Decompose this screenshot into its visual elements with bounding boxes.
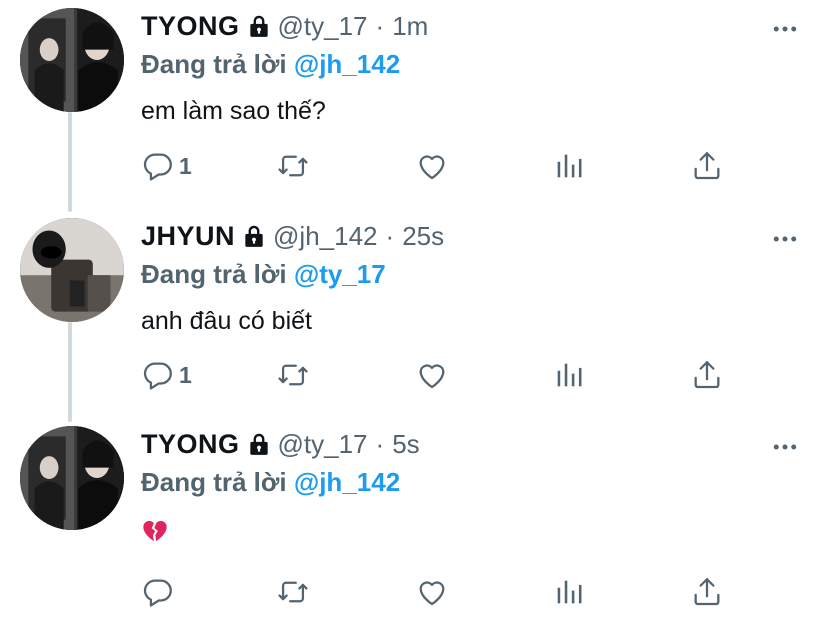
analytics-button[interactable]: [552, 572, 586, 612]
analytics-button[interactable]: [552, 146, 586, 186]
lock-icon: [246, 13, 272, 39]
avatar[interactable]: [20, 426, 124, 530]
lock-icon: [241, 223, 267, 249]
retweet-button[interactable]: [276, 572, 310, 612]
avatar[interactable]: [20, 8, 124, 112]
like-icon: [415, 575, 449, 609]
handle[interactable]: @ty_17: [278, 429, 368, 460]
share-icon: [690, 575, 724, 609]
retweet-button[interactable]: [276, 355, 310, 395]
timestamp[interactable]: 1m: [392, 11, 428, 42]
more-icon[interactable]: [770, 14, 800, 44]
action-bar: 1: [141, 355, 741, 395]
mention-link[interactable]: @ty_17: [294, 259, 386, 289]
separator-dot: ·: [385, 220, 395, 251]
handle[interactable]: @ty_17: [278, 11, 368, 42]
replying-to: Đang trả lời @jh_142: [141, 46, 828, 82]
handle[interactable]: @jh_142: [273, 221, 377, 252]
timestamp[interactable]: 25s: [402, 221, 444, 252]
like-button[interactable]: [415, 146, 449, 186]
retweet-button[interactable]: [276, 146, 310, 186]
separator-dot: ·: [375, 10, 385, 41]
share-icon: [690, 358, 724, 392]
reply-count: 1: [179, 361, 192, 388]
replying-to: Đang trả lời @jh_142: [141, 464, 828, 500]
share-button[interactable]: [690, 146, 724, 186]
reply-icon: [141, 149, 175, 183]
mention-link[interactable]: @jh_142: [294, 467, 400, 497]
like-icon: [415, 358, 449, 392]
reply-icon: [141, 358, 175, 392]
tweet-text: anh đâu có biết: [141, 307, 312, 335]
reply-button[interactable]: 1: [141, 146, 192, 186]
retweet-icon: [276, 575, 310, 609]
reply-count: 1: [179, 152, 192, 179]
reply-button[interactable]: [141, 572, 179, 612]
like-button[interactable]: [415, 355, 449, 395]
like-button[interactable]: [415, 572, 449, 612]
reply-prefix: Đang trả lời: [141, 49, 287, 79]
retweet-icon: [276, 149, 310, 183]
display-name[interactable]: TYONG: [141, 11, 240, 42]
action-bar: [141, 572, 741, 612]
reply-icon: [141, 575, 175, 609]
reply-button[interactable]: 1: [141, 355, 192, 395]
replying-to: Đang trả lời @ty_17: [141, 256, 828, 292]
action-bar: 1: [141, 146, 741, 186]
separator-dot: ·: [375, 428, 385, 459]
reply-prefix: Đang trả lời: [141, 467, 287, 497]
tweet-text: em làm sao thế?: [141, 97, 326, 125]
share-button[interactable]: [690, 572, 724, 612]
mention-link[interactable]: @jh_142: [294, 49, 400, 79]
display-name[interactable]: TYONG: [141, 429, 240, 460]
share-icon: [690, 149, 724, 183]
timestamp[interactable]: 5s: [392, 429, 419, 460]
analytics-icon: [552, 149, 586, 183]
broken-heart-emoji: [143, 520, 167, 542]
tweet-text: [141, 512, 828, 553]
lock-icon: [246, 431, 272, 457]
analytics-button[interactable]: [552, 355, 586, 395]
more-icon[interactable]: [770, 224, 800, 254]
more-icon[interactable]: [770, 432, 800, 462]
share-button[interactable]: [690, 355, 724, 395]
reply-prefix: Đang trả lời: [141, 259, 287, 289]
analytics-icon: [552, 358, 586, 392]
avatar[interactable]: [20, 218, 124, 322]
like-icon: [415, 149, 449, 183]
retweet-icon: [276, 358, 310, 392]
display-name[interactable]: JHYUN: [141, 221, 235, 252]
analytics-icon: [552, 575, 586, 609]
